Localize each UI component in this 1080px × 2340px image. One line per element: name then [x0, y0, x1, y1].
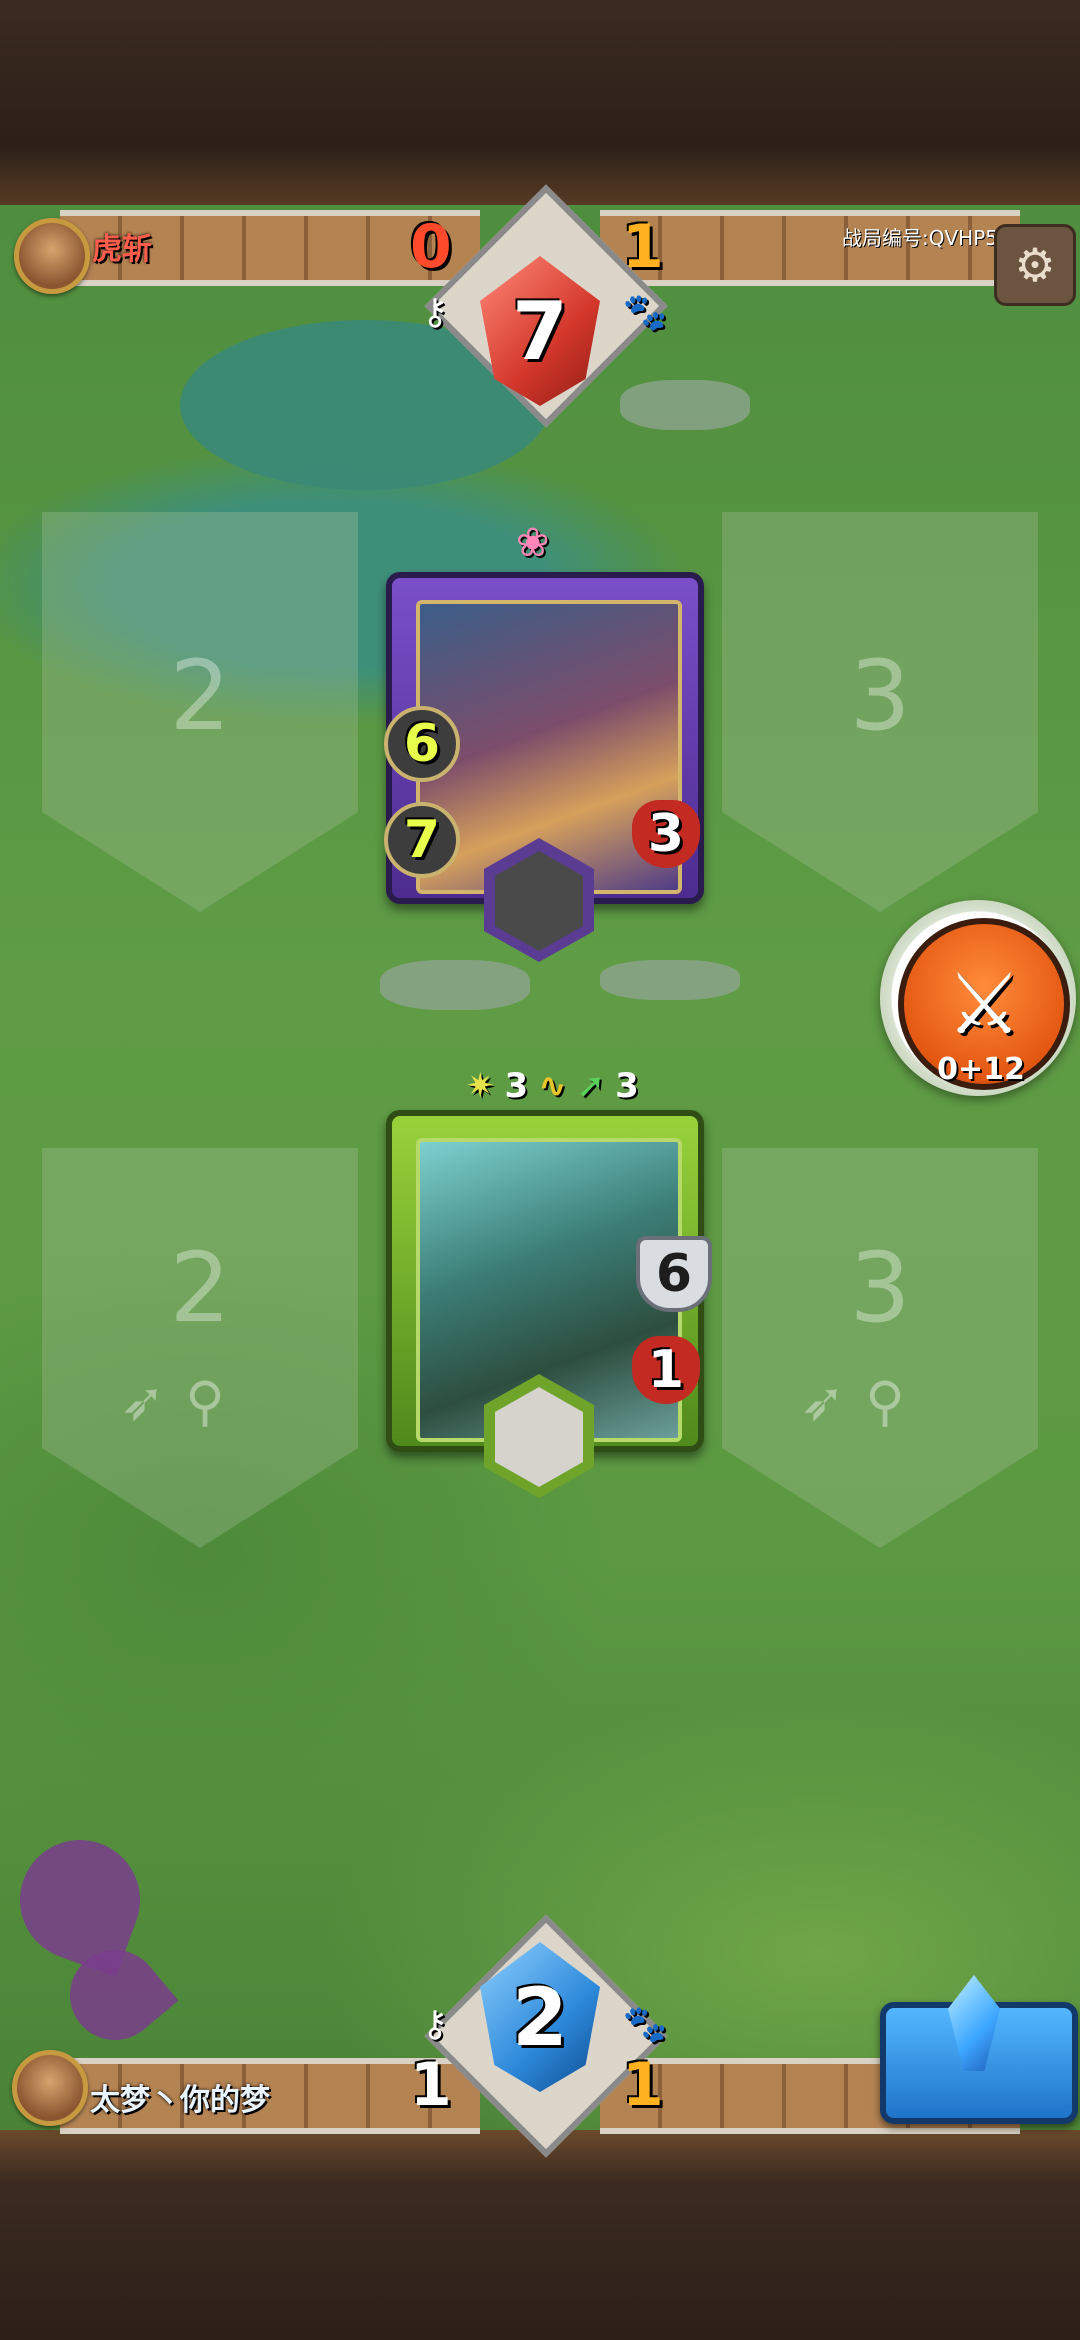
- arrow-up-icon: ➚: [576, 1066, 606, 1106]
- bottom-frame: [0, 2130, 1080, 2340]
- chain-icon: ∿: [538, 1066, 567, 1106]
- player-name: 太梦丶你的梦: [90, 2083, 270, 2118]
- paw-icon: 🐾: [622, 292, 668, 333]
- enemy-player-name: 虎斩: [92, 232, 152, 267]
- gear-icon: ⚙: [1014, 238, 1056, 292]
- lane-icons: ➶⚲: [120, 1370, 245, 1433]
- lane-number: 2: [169, 640, 231, 752]
- crossed-swords-icon: ⚔: [946, 955, 1022, 1053]
- settings-button[interactable]: ⚙: [994, 224, 1076, 306]
- staff-icon: ⚲: [865, 1370, 925, 1433]
- enemy-score-left: 0: [410, 212, 452, 282]
- staff-icon: ⚲: [185, 1370, 245, 1433]
- bow-icon: ➶: [120, 1370, 186, 1433]
- enemy-magic-stat: 6: [384, 706, 460, 782]
- match-id: 战局编号:QVHP5: [842, 226, 998, 250]
- paw-icon: 🐾: [622, 2004, 668, 2045]
- enemy-mana-value: 7: [512, 284, 568, 378]
- rock-decoration: [620, 380, 750, 430]
- lane-icons: ➶⚲: [800, 1370, 925, 1433]
- speed-buff-icon: ✷: [466, 1066, 495, 1106]
- player-buff-row: ✷ 3 ∿ ➚ 3: [466, 1066, 639, 1106]
- lane-number: 2: [169, 1232, 231, 1344]
- key-icon: ⚷: [421, 292, 449, 333]
- player-mana-value: 2: [512, 1970, 568, 2064]
- player-avatar[interactable]: [12, 2050, 88, 2126]
- buff-left-value: 3: [504, 1066, 529, 1106]
- enemy-melee-stat: 7: [384, 802, 460, 878]
- key-icon: ⚷: [421, 2004, 449, 2045]
- lane-number: 3: [849, 640, 911, 752]
- lane-number: 3: [849, 1232, 911, 1344]
- player-armor-stat: 6: [636, 1236, 712, 1312]
- rock-decoration: [380, 960, 530, 1010]
- buff-right-value: 3: [615, 1066, 639, 1106]
- player-score-left: 1: [410, 2050, 452, 2120]
- player-hp-stat: 1: [632, 1336, 700, 1404]
- bow-icon: ➶: [800, 1370, 866, 1433]
- top-frame: [0, 0, 1080, 210]
- rock-decoration: [600, 960, 740, 1000]
- rabbit-ability-icon: ❀: [516, 520, 550, 566]
- enemy-score-right: 1: [622, 212, 664, 282]
- enemy-hp-stat: 3: [632, 800, 700, 868]
- attack-value: 0+12: [937, 1052, 1025, 1087]
- enemy-avatar[interactable]: [14, 218, 90, 294]
- player-score-right: 1: [622, 2050, 664, 2120]
